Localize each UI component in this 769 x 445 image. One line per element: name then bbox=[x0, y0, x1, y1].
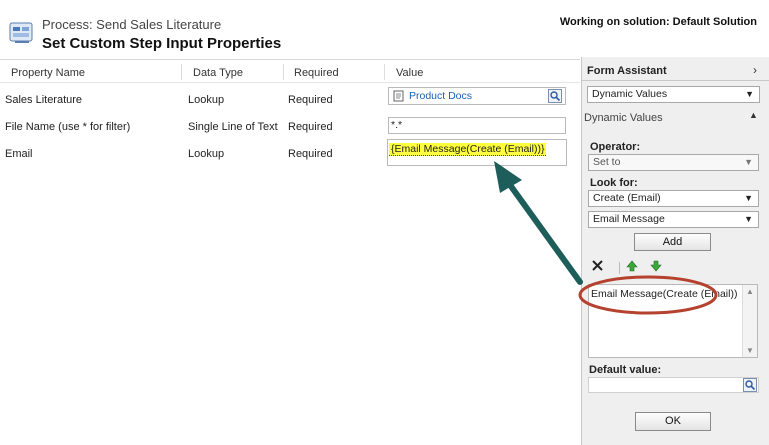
dynamic-values-list[interactable]: Email Message(Create (Email)) ▲ ▼ bbox=[588, 284, 758, 358]
dynamic-values-section-title: Dynamic Values bbox=[584, 112, 663, 124]
list-item[interactable]: Email Message(Create (Email)) bbox=[591, 288, 737, 300]
add-button[interactable]: Add bbox=[634, 233, 711, 251]
email-value-input[interactable]: {Email Message(Create (Email))} bbox=[387, 139, 567, 166]
operator-select[interactable]: Set to ▼ bbox=[588, 154, 759, 171]
scroll-up-icon[interactable]: ▲ bbox=[746, 287, 754, 296]
page-title: Set Custom Step Input Properties bbox=[42, 35, 282, 52]
lookup-value-link[interactable]: Product Docs bbox=[409, 90, 472, 102]
column-divider bbox=[384, 64, 385, 80]
sales-literature-lookup[interactable]: Product Docs bbox=[388, 87, 566, 105]
annotation-arrow bbox=[502, 175, 583, 285]
column-divider bbox=[283, 64, 284, 80]
row-property-name: Sales Literature bbox=[5, 94, 83, 106]
entity-select[interactable]: Email Message ▼ bbox=[588, 211, 759, 228]
ok-button[interactable]: OK bbox=[635, 412, 711, 431]
row-property-name: File Name (use * for filter) bbox=[5, 121, 131, 133]
list-scrollbar[interactable]: ▲ ▼ bbox=[742, 285, 757, 357]
form-assistant-title: Form Assistant bbox=[587, 65, 667, 77]
process-icon bbox=[9, 20, 35, 46]
file-name-value: *.* bbox=[391, 119, 403, 131]
chevron-right-icon[interactable]: › bbox=[753, 63, 757, 77]
lookup-icon[interactable] bbox=[743, 378, 757, 395]
row-data-type: Single Line of Text bbox=[188, 121, 278, 133]
assistant-mode-select[interactable]: Dynamic Values ▼ bbox=[587, 86, 760, 103]
dropdown-arrow-icon: ▼ bbox=[744, 157, 753, 167]
column-header-required[interactable]: Required bbox=[294, 67, 339, 79]
row-required: Required bbox=[288, 94, 333, 106]
operator-label: Operator: bbox=[590, 141, 641, 153]
dropdown-arrow-icon: ▼ bbox=[745, 89, 754, 99]
collapse-up-icon[interactable]: ▲ bbox=[749, 110, 758, 120]
move-down-icon[interactable] bbox=[650, 260, 662, 275]
file-name-input[interactable]: *.* bbox=[388, 117, 566, 134]
row-property-name: Email bbox=[5, 148, 33, 160]
row-required: Required bbox=[288, 148, 333, 160]
default-value-input[interactable] bbox=[588, 377, 759, 393]
row-data-type: Lookup bbox=[188, 94, 225, 106]
column-divider bbox=[181, 64, 182, 80]
mode-select-value: Dynamic Values bbox=[592, 88, 668, 100]
column-header-value[interactable]: Value bbox=[396, 67, 423, 79]
toolbar-divider bbox=[619, 262, 620, 274]
process-name: Process: Send Sales Literature bbox=[42, 17, 222, 32]
look-for-select[interactable]: Create (Email) ▼ bbox=[588, 190, 759, 207]
document-icon bbox=[393, 90, 405, 105]
header-divider bbox=[0, 59, 580, 60]
look-for-label: Look for: bbox=[590, 177, 638, 189]
column-header-property-name[interactable]: Property Name bbox=[11, 67, 85, 79]
dropdown-arrow-icon: ▼ bbox=[744, 214, 753, 224]
row-data-type: Lookup bbox=[188, 148, 225, 160]
solution-label: Working on solution: Default Solution bbox=[559, 16, 757, 28]
pane-divider bbox=[582, 80, 769, 81]
entity-select-value: Email Message bbox=[593, 213, 665, 225]
column-header-data-type[interactable]: Data Type bbox=[193, 67, 243, 79]
dynamic-value-token[interactable]: {Email Message(Create (Email))} bbox=[389, 143, 547, 156]
operator-select-value: Set to bbox=[593, 156, 621, 168]
grid-header-divider bbox=[0, 82, 580, 83]
delete-icon[interactable] bbox=[591, 259, 604, 275]
scroll-down-icon[interactable]: ▼ bbox=[746, 346, 754, 355]
dropdown-arrow-icon: ▼ bbox=[744, 193, 753, 203]
default-value-label: Default value: bbox=[589, 364, 662, 376]
look-for-select-value: Create (Email) bbox=[593, 192, 661, 204]
move-up-icon[interactable] bbox=[626, 260, 638, 275]
row-required: Required bbox=[288, 121, 333, 133]
lookup-icon[interactable] bbox=[548, 89, 562, 106]
